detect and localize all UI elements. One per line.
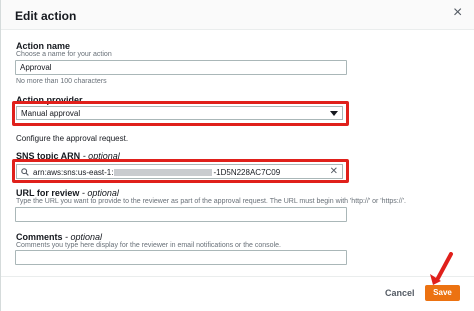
comments-hint: Comments you type here display for the r… <box>16 242 281 249</box>
action-name-constraint: No more than 100 characters <box>16 78 107 85</box>
action-provider-select[interactable]: Manual approval <box>16 106 343 120</box>
review-url-optional: - optional <box>81 188 119 198</box>
dialog-title: Edit action <box>15 9 77 23</box>
comments-label-text: Comments <box>16 232 63 242</box>
search-icon <box>21 168 29 176</box>
comments-optional: - optional <box>65 232 103 242</box>
cancel-button[interactable]: Cancel <box>385 288 415 298</box>
close-icon[interactable]: × <box>453 5 462 21</box>
action-name-hint: Choose a name for your action <box>16 51 112 58</box>
dialog-header: Edit action × <box>1 0 474 30</box>
approval-intro-text: Configure the approval request. <box>16 134 129 143</box>
sns-topic-value: arn:aws:sns:us-east-1: -1D5N228AC7C09 <box>33 168 280 177</box>
comments-input[interactable] <box>15 250 347 265</box>
review-url-input[interactable] <box>15 207 347 222</box>
save-button[interactable]: Save <box>425 285 460 301</box>
action-name-value: Approval <box>20 63 52 72</box>
review-url-label: URL for review - optional <box>16 188 119 198</box>
review-url-label-text: URL for review <box>16 188 80 198</box>
action-name-label: Action name <box>16 41 71 51</box>
sns-arn-suffix: -1D5N228AC7C09 <box>213 168 281 177</box>
clear-icon[interactable]: ✕ <box>330 166 338 177</box>
comments-label: Comments - optional <box>16 232 102 242</box>
action-provider-value: Manual approval <box>21 109 81 118</box>
footer-divider <box>1 276 474 277</box>
caret-down-icon <box>330 111 338 116</box>
sns-arn-prefix: arn:aws:sns:us-east-1: <box>33 168 114 177</box>
edit-action-dialog: Edit action × Action name Choose a name … <box>0 0 474 311</box>
review-url-hint: Type the URL you want to provide to the … <box>16 198 406 205</box>
redacted-account-id <box>114 169 213 177</box>
sns-topic-input[interactable]: arn:aws:sns:us-east-1: -1D5N228AC7C09 ✕ <box>16 164 343 179</box>
action-name-input[interactable]: Approval <box>15 60 347 75</box>
red-arrow-icon <box>430 252 453 285</box>
